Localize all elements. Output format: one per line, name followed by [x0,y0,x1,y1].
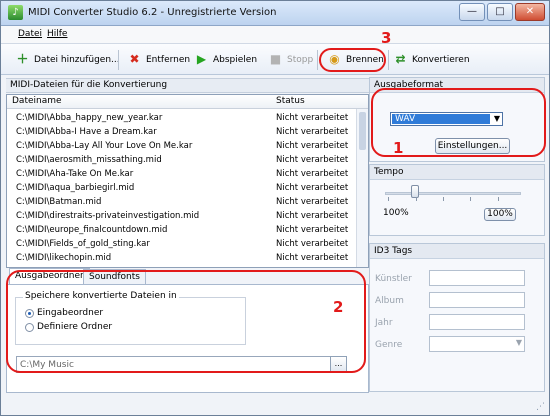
file-name: C:\MIDI\europe_finalcountdown.mid [16,225,168,235]
file-list-scrollbar[interactable] [356,109,368,267]
scrollbar-thumb[interactable] [359,112,366,150]
file-name: C:\MIDI\Aha-Take On Me.kar [16,169,134,179]
file-name: C:\MIDI\direstraits-privateinvestigation… [16,211,200,221]
add-file-icon: ＋ [16,52,29,66]
minimize-button[interactable]: — [459,3,485,21]
table-row[interactable]: C:\MIDI\Abba_happy_new_year.kar Nicht ver… [7,112,368,126]
table-row[interactable]: C:\MIDI\Abba-I Have a Dream.kar Nicht ver… [7,126,368,140]
slider-tick [416,197,417,201]
file-status: Nicht verarbeitet [276,211,349,221]
annotation-highlight-3 [319,48,386,72]
file-status: Nicht verarbeitet [276,155,349,165]
artist-field[interactable] [429,270,525,286]
id3-tags-title: ID3 Tags [370,244,544,259]
toolbar-separator [118,50,119,70]
table-row[interactable]: C:\MIDI\aqua_barbiegirl.mid Nicht verarbe… [7,182,368,196]
file-name: C:\MIDI\Fields_of_gold_sting.kar [16,239,150,249]
annotation-highlight-2 [6,270,366,373]
table-row[interactable]: C:\MIDI\aerosmith_missathing.mid Nicht ve… [7,154,368,168]
table-row[interactable]: C:\MIDI\europe_finalcountdown.mid Nicht v… [7,224,368,238]
menu-bar: Datei Hilfe [1,26,549,44]
title-bar: ♪ MIDI Converter Studio 6.2 - Unregistri… [1,1,549,26]
file-status: Nicht verarbeitet [276,127,349,137]
add-file-button[interactable]: ＋ Datei hinzufügen... [14,49,120,70]
toolbar-separator [388,50,389,70]
file-name: C:\MIDI\Abba-I Have a Dream.kar [16,127,157,137]
tempo-panel: Tempo 100% 100% [369,164,545,236]
slider-tick [443,197,444,201]
file-name: C:\MIDI\Abba_happy_new_year.kar [16,113,163,123]
table-row[interactable]: C:\MIDI\direstraits-privateinvestigation… [7,210,368,224]
slider-tick [388,197,389,201]
file-status: Nicht verarbeitet [276,239,349,249]
file-status: Nicht verarbeitet [276,169,349,179]
file-status: Nicht verarbeitet [276,113,349,123]
stop-label: Stopp [287,54,314,65]
file-status: Nicht verarbeitet [276,197,349,207]
file-name: C:\MIDI\likechopin.mid [16,253,112,263]
tempo-slider-thumb[interactable] [410,185,419,198]
column-header-name[interactable]: Dateiname [12,96,62,106]
album-label: Album [375,296,404,306]
annotation-number-1: 1 [393,139,404,157]
close-button[interactable]: ✕ [515,3,545,21]
column-header-status[interactable]: Status [276,96,305,106]
file-status: Nicht verarbeitet [276,253,349,263]
file-name: C:\MIDI\Abba-Lay All Your Love On Me.kar [16,141,193,151]
menu-datei[interactable]: Datei [18,29,42,39]
play-label: Abspielen [213,54,258,65]
file-status: Nicht verarbeitet [276,183,349,193]
chevron-down-icon: ▼ [515,338,522,347]
year-field[interactable] [429,314,525,330]
slider-tick [498,197,499,201]
toolbar-separator [317,50,318,70]
file-name: C:\MIDI\aqua_barbiegirl.mid [16,183,135,193]
resize-grip-icon[interactable]: ⋰ [536,402,545,412]
stop-icon: ■ [269,52,282,66]
file-list[interactable]: Dateiname Status C:\MIDI\Abba_happy_new_… [6,94,369,268]
table-row[interactable]: C:\MIDI\Fields_of_gold_sting.kar Nicht ve… [7,238,368,252]
file-section-title: MIDI-Dateien für die Konvertierung [6,78,369,93]
tempo-title: Tempo [370,165,544,180]
window-title: MIDI Converter Studio 6.2 - Unregistrier… [28,7,277,18]
tempo-value: 100% [383,208,409,218]
convert-icon: ⇄ [395,52,406,66]
file-status: Nicht verarbeitet [276,141,349,151]
table-row[interactable]: C:\MIDI\Abba-Lay All Your Love On Me.kar… [7,140,368,154]
file-name: C:\MIDI\Batman.mid [16,197,102,207]
artist-label: Künstler [375,274,412,284]
play-button[interactable]: ▶ Abspielen [193,49,257,70]
app-icon: ♪ [8,5,23,20]
reset-tempo-button[interactable]: 100% [484,208,516,221]
file-name: C:\MIDI\aerosmith_missathing.mid [16,155,162,165]
stop-button[interactable]: ■ Stopp [267,49,313,70]
genre-dropdown[interactable]: ▼ [429,336,525,352]
remove-label: Entfernen [146,54,191,65]
app-window: ♪ MIDI Converter Studio 6.2 - Unregistri… [0,0,550,416]
annotation-number-3: 3 [381,29,392,47]
file-list-header: Dateiname Status [7,95,368,109]
convert-label: Konvertieren [412,54,470,65]
remove-icon: ✖ [129,52,140,66]
album-field[interactable] [429,292,525,308]
remove-button[interactable]: ✖ Entfernen [126,49,190,70]
id3-tags-panel: ID3 Tags Künstler Album Jahr Genre ▼ [369,243,545,392]
convert-button[interactable]: ⇄ Konvertieren [392,49,470,70]
file-status: Nicht verarbeitet [276,225,349,235]
genre-label: Genre [375,340,403,350]
toolbar: ＋ Datei hinzufügen... ✖ Entfernen ▶ Absp… [1,44,549,75]
annotation-number-2: 2 [333,298,344,316]
table-row[interactable]: C:\MIDI\Aha-Take On Me.kar Nicht verarbei… [7,168,368,182]
tempo-slider-track[interactable] [385,192,521,195]
year-label: Jahr [375,318,393,328]
table-row[interactable]: C:\MIDI\likechopin.mid Nicht verarbeitet [7,252,368,266]
table-row[interactable]: C:\MIDI\Batman.mid Nicht verarbeitet [7,196,368,210]
menu-hilfe[interactable]: Hilfe [47,29,67,39]
slider-tick [470,197,471,201]
play-icon: ▶ [196,52,207,66]
add-file-label: Datei hinzufügen... [34,54,120,65]
maximize-button[interactable]: □ [487,3,513,21]
